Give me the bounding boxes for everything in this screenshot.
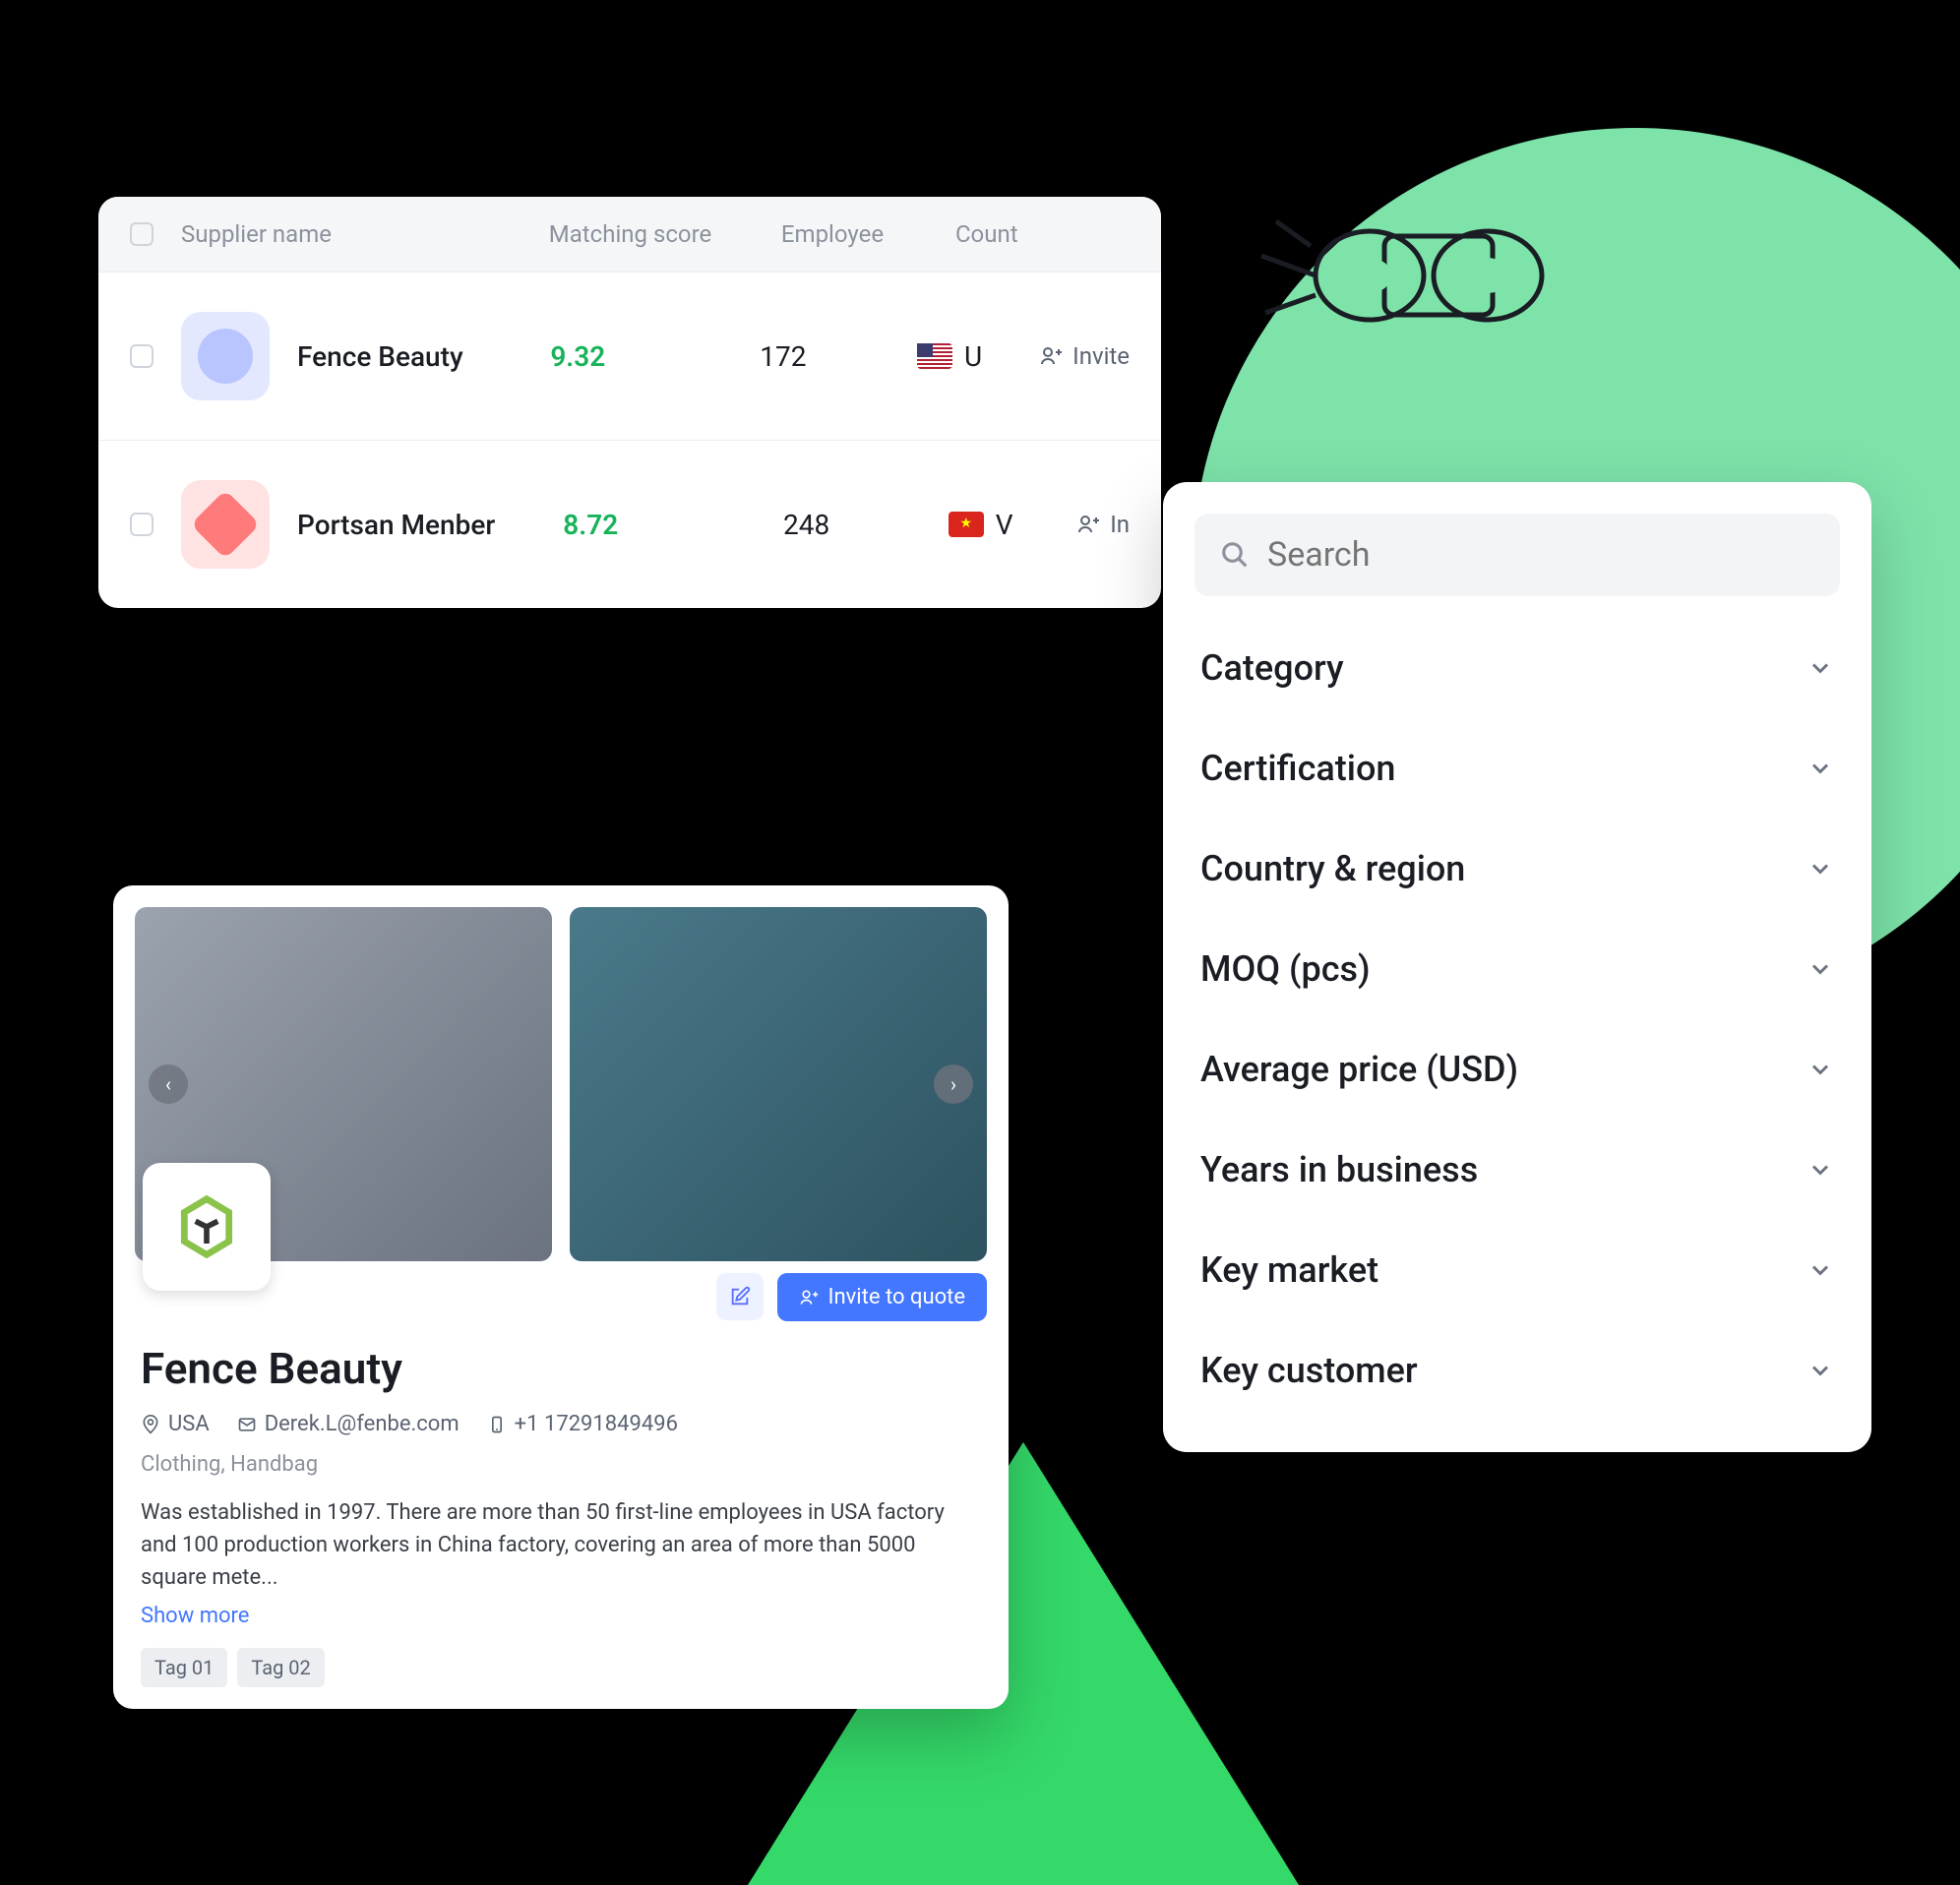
- invite-button[interactable]: In: [1076, 511, 1130, 538]
- supplier-detail-card: ‹ › Invite to quote Fence Beauty USA Der…: [113, 885, 1009, 1709]
- invite-user-icon: [1039, 344, 1063, 368]
- supplier-avatar: [181, 312, 270, 400]
- header-country: Count: [955, 220, 1130, 248]
- edit-icon: [729, 1286, 751, 1307]
- invite-user-icon: [1076, 513, 1100, 536]
- invite-to-quote-button[interactable]: Invite to quote: [777, 1273, 988, 1321]
- flag-us-icon: [917, 343, 952, 369]
- table-row[interactable]: Portsan Menber 8.72 248 V In: [98, 440, 1161, 608]
- gallery-prev-button[interactable]: ‹: [149, 1064, 188, 1104]
- invite-user-icon: [799, 1288, 819, 1307]
- chevron-down-icon: [1807, 955, 1834, 983]
- chevron-down-icon: [1807, 654, 1834, 682]
- search-input[interactable]: [1267, 535, 1814, 575]
- filter-panel: Category Certification Country & region …: [1163, 482, 1871, 1452]
- supplier-avatar: [181, 480, 270, 569]
- gallery-image: [570, 907, 987, 1261]
- image-gallery: ‹ ›: [135, 907, 987, 1261]
- matching-score: 8.72: [563, 509, 783, 541]
- country-cell: V: [949, 509, 1076, 541]
- tag[interactable]: Tag 01: [141, 1648, 227, 1687]
- search-box[interactable]: [1194, 514, 1840, 596]
- chevron-down-icon: [1807, 755, 1834, 782]
- location-icon: [141, 1415, 160, 1434]
- tag[interactable]: Tag 02: [237, 1648, 324, 1687]
- search-icon: [1220, 540, 1250, 570]
- detail-meta: USA Derek.L@fenbe.com +1 17291849496: [141, 1412, 981, 1436]
- filter-avg-price[interactable]: Average price (USD): [1194, 1019, 1840, 1120]
- edit-button[interactable]: [716, 1273, 764, 1320]
- show-more-link[interactable]: Show more: [141, 1604, 981, 1628]
- detail-title: Fence Beauty: [141, 1343, 981, 1394]
- chevron-down-icon: [1807, 1357, 1834, 1384]
- header-employee: Employee: [781, 220, 955, 248]
- filter-country-region[interactable]: Country & region: [1194, 819, 1840, 919]
- header-score: Matching score: [549, 220, 781, 248]
- matching-score: 9.32: [550, 340, 760, 373]
- filter-key-market[interactable]: Key market: [1194, 1220, 1840, 1320]
- filter-category[interactable]: Category: [1194, 618, 1840, 718]
- detail-tags: Tag 01 Tag 02: [141, 1648, 981, 1687]
- detail-email: Derek.L@fenbe.com: [237, 1412, 459, 1436]
- chevron-down-icon: [1807, 1156, 1834, 1184]
- company-logo: [143, 1163, 271, 1291]
- invite-button[interactable]: Invite: [1039, 342, 1130, 370]
- filter-key-customer[interactable]: Key customer: [1194, 1320, 1840, 1421]
- filter-moq[interactable]: MOQ (pcs): [1194, 919, 1840, 1019]
- row-checkbox[interactable]: [130, 344, 153, 368]
- detail-phone: +1 17291849496: [487, 1412, 678, 1436]
- row-checkbox[interactable]: [130, 513, 153, 536]
- supplier-name: Fence Beauty: [297, 340, 550, 373]
- phone-icon: [487, 1415, 507, 1434]
- detail-country: USA: [141, 1412, 210, 1436]
- select-all-checkbox[interactable]: [130, 222, 153, 246]
- gallery-next-button[interactable]: ›: [934, 1064, 973, 1104]
- flag-vn-icon: [949, 512, 984, 537]
- supplier-name: Portsan Menber: [297, 509, 563, 541]
- employee-count: 248: [783, 509, 949, 541]
- employee-count: 172: [760, 340, 917, 373]
- table-header: Supplier name Matching score Employee Co…: [98, 197, 1161, 272]
- supplier-table: Supplier name Matching score Employee Co…: [98, 197, 1161, 608]
- chevron-down-icon: [1807, 1056, 1834, 1083]
- filter-years[interactable]: Years in business: [1194, 1120, 1840, 1220]
- country-cell: U: [917, 340, 1039, 373]
- binoculars-illustration: [1222, 167, 1596, 364]
- detail-categories: Clothing, Handbag: [141, 1452, 981, 1477]
- chevron-down-icon: [1807, 855, 1834, 882]
- table-row[interactable]: Fence Beauty 9.32 172 U Invite: [98, 272, 1161, 440]
- mail-icon: [237, 1415, 257, 1434]
- header-name: Supplier name: [181, 220, 549, 248]
- detail-description: Was established in 1997. There are more …: [141, 1496, 981, 1594]
- filter-certification[interactable]: Certification: [1194, 718, 1840, 819]
- chevron-down-icon: [1807, 1256, 1834, 1284]
